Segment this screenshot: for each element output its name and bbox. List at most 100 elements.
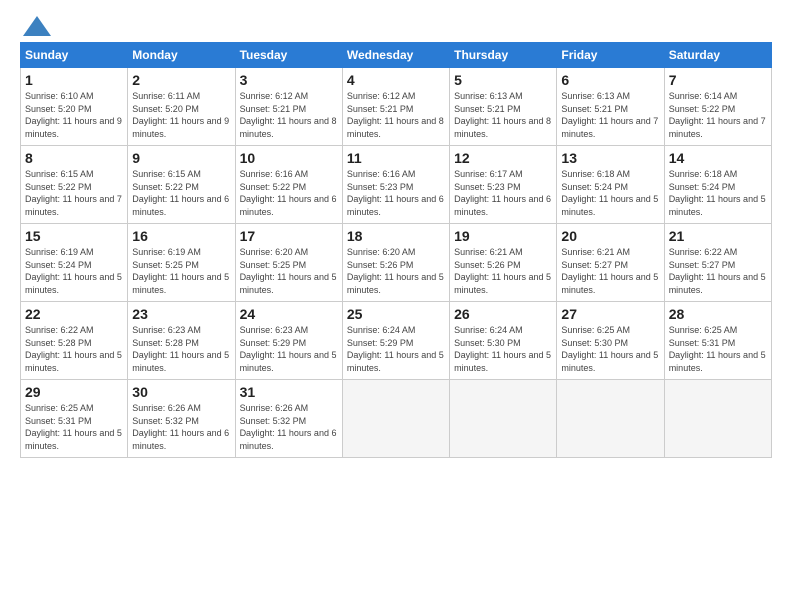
day-info: Sunrise: 6:21 AMSunset: 5:26 PMDaylight:… (454, 247, 551, 295)
table-row: 6 Sunrise: 6:13 AMSunset: 5:21 PMDaylight… (557, 68, 664, 146)
day-number: 3 (240, 72, 338, 88)
day-info: Sunrise: 6:20 AMSunset: 5:26 PMDaylight:… (347, 247, 444, 295)
day-number: 6 (561, 72, 659, 88)
table-row: 25 Sunrise: 6:24 AMSunset: 5:29 PMDayligh… (342, 302, 449, 380)
table-row: 23 Sunrise: 6:23 AMSunset: 5:28 PMDayligh… (128, 302, 235, 380)
day-info: Sunrise: 6:16 AMSunset: 5:23 PMDaylight:… (347, 169, 444, 217)
table-row: 15 Sunrise: 6:19 AMSunset: 5:24 PMDayligh… (21, 224, 128, 302)
day-info: Sunrise: 6:22 AMSunset: 5:27 PMDaylight:… (669, 247, 766, 295)
day-number: 8 (25, 150, 123, 166)
day-number: 28 (669, 306, 767, 322)
col-monday: Monday (128, 43, 235, 68)
day-info: Sunrise: 6:13 AMSunset: 5:21 PMDaylight:… (561, 91, 658, 139)
table-row: 12 Sunrise: 6:17 AMSunset: 5:23 PMDayligh… (450, 146, 557, 224)
day-number: 9 (132, 150, 230, 166)
calendar-week-row: 29 Sunrise: 6:25 AMSunset: 5:31 PMDayligh… (21, 380, 772, 458)
table-row: 10 Sunrise: 6:16 AMSunset: 5:22 PMDayligh… (235, 146, 342, 224)
day-info: Sunrise: 6:24 AMSunset: 5:30 PMDaylight:… (454, 325, 551, 373)
day-number: 23 (132, 306, 230, 322)
table-row: 21 Sunrise: 6:22 AMSunset: 5:27 PMDayligh… (664, 224, 771, 302)
table-row: 29 Sunrise: 6:25 AMSunset: 5:31 PMDayligh… (21, 380, 128, 458)
table-row: 11 Sunrise: 6:16 AMSunset: 5:23 PMDayligh… (342, 146, 449, 224)
day-info: Sunrise: 6:23 AMSunset: 5:29 PMDaylight:… (240, 325, 337, 373)
day-info: Sunrise: 6:26 AMSunset: 5:32 PMDaylight:… (132, 403, 229, 451)
col-sunday: Sunday (21, 43, 128, 68)
table-row (450, 380, 557, 458)
day-number: 11 (347, 150, 445, 166)
day-info: Sunrise: 6:13 AMSunset: 5:21 PMDaylight:… (454, 91, 551, 139)
day-info: Sunrise: 6:12 AMSunset: 5:21 PMDaylight:… (240, 91, 337, 139)
day-number: 27 (561, 306, 659, 322)
day-number: 22 (25, 306, 123, 322)
calendar-week-row: 22 Sunrise: 6:22 AMSunset: 5:28 PMDayligh… (21, 302, 772, 380)
day-number: 18 (347, 228, 445, 244)
day-info: Sunrise: 6:25 AMSunset: 5:31 PMDaylight:… (25, 403, 122, 451)
day-number: 29 (25, 384, 123, 400)
header (20, 16, 772, 32)
day-info: Sunrise: 6:19 AMSunset: 5:25 PMDaylight:… (132, 247, 229, 295)
table-row: 13 Sunrise: 6:18 AMSunset: 5:24 PMDayligh… (557, 146, 664, 224)
day-info: Sunrise: 6:26 AMSunset: 5:32 PMDaylight:… (240, 403, 337, 451)
table-row: 22 Sunrise: 6:22 AMSunset: 5:28 PMDayligh… (21, 302, 128, 380)
table-row: 26Sunrise: 6:24 AMSunset: 5:30 PMDayligh… (450, 302, 557, 380)
day-number: 21 (669, 228, 767, 244)
day-number: 13 (561, 150, 659, 166)
table-row: 9Sunrise: 6:15 AMSunset: 5:22 PMDaylight… (128, 146, 235, 224)
day-number: 24 (240, 306, 338, 322)
day-info: Sunrise: 6:25 AMSunset: 5:30 PMDaylight:… (561, 325, 658, 373)
calendar-week-row: 15 Sunrise: 6:19 AMSunset: 5:24 PMDayligh… (21, 224, 772, 302)
table-row: 28 Sunrise: 6:25 AMSunset: 5:31 PMDayligh… (664, 302, 771, 380)
day-info: Sunrise: 6:21 AMSunset: 5:27 PMDaylight:… (561, 247, 658, 295)
day-info: Sunrise: 6:19 AMSunset: 5:24 PMDaylight:… (25, 247, 122, 295)
logo-icon (23, 16, 51, 36)
day-number: 5 (454, 72, 552, 88)
day-number: 16 (132, 228, 230, 244)
day-number: 12 (454, 150, 552, 166)
table-row: 8 Sunrise: 6:15 AMSunset: 5:22 PMDaylight… (21, 146, 128, 224)
day-number: 31 (240, 384, 338, 400)
day-number: 10 (240, 150, 338, 166)
day-info: Sunrise: 6:11 AMSunset: 5:20 PMDaylight:… (132, 91, 229, 139)
day-number: 19 (454, 228, 552, 244)
col-tuesday: Tuesday (235, 43, 342, 68)
table-row: 7Sunrise: 6:14 AMSunset: 5:22 PMDaylight… (664, 68, 771, 146)
page: Sunday Monday Tuesday Wednesday Thursday… (0, 0, 792, 612)
day-info: Sunrise: 6:23 AMSunset: 5:28 PMDaylight:… (132, 325, 229, 373)
table-row: 24 Sunrise: 6:23 AMSunset: 5:29 PMDayligh… (235, 302, 342, 380)
calendar-table: Sunday Monday Tuesday Wednesday Thursday… (20, 42, 772, 458)
day-info: Sunrise: 6:10 AMSunset: 5:20 PMDaylight:… (25, 91, 122, 139)
day-info: Sunrise: 6:16 AMSunset: 5:22 PMDaylight:… (240, 169, 337, 217)
day-info: Sunrise: 6:17 AMSunset: 5:23 PMDaylight:… (454, 169, 551, 217)
table-row: 2 Sunrise: 6:11 AMSunset: 5:20 PMDaylight… (128, 68, 235, 146)
col-thursday: Thursday (450, 43, 557, 68)
table-row: 27 Sunrise: 6:25 AMSunset: 5:30 PMDayligh… (557, 302, 664, 380)
day-number: 25 (347, 306, 445, 322)
day-number: 2 (132, 72, 230, 88)
day-info: Sunrise: 6:18 AMSunset: 5:24 PMDaylight:… (561, 169, 658, 217)
table-row (557, 380, 664, 458)
table-row: 14 Sunrise: 6:18 AMSunset: 5:24 PMDayligh… (664, 146, 771, 224)
day-number: 4 (347, 72, 445, 88)
table-row: 16 Sunrise: 6:19 AMSunset: 5:25 PMDayligh… (128, 224, 235, 302)
day-number: 7 (669, 72, 767, 88)
day-number: 1 (25, 72, 123, 88)
table-row: 30 Sunrise: 6:26 AMSunset: 5:32 PMDayligh… (128, 380, 235, 458)
table-row: 19 Sunrise: 6:21 AMSunset: 5:26 PMDayligh… (450, 224, 557, 302)
table-row: 17Sunrise: 6:20 AMSunset: 5:25 PMDayligh… (235, 224, 342, 302)
table-row: 31 Sunrise: 6:26 AMSunset: 5:32 PMDayligh… (235, 380, 342, 458)
table-row: 4 Sunrise: 6:12 AMSunset: 5:21 PMDaylight… (342, 68, 449, 146)
day-info: Sunrise: 6:22 AMSunset: 5:28 PMDaylight:… (25, 325, 122, 373)
day-number: 14 (669, 150, 767, 166)
calendar-week-row: 1 Sunrise: 6:10 AMSunset: 5:20 PMDaylight… (21, 68, 772, 146)
day-info: Sunrise: 6:18 AMSunset: 5:24 PMDaylight:… (669, 169, 766, 217)
col-wednesday: Wednesday (342, 43, 449, 68)
day-info: Sunrise: 6:24 AMSunset: 5:29 PMDaylight:… (347, 325, 444, 373)
table-row (342, 380, 449, 458)
table-row: 1 Sunrise: 6:10 AMSunset: 5:20 PMDaylight… (21, 68, 128, 146)
day-number: 15 (25, 228, 123, 244)
day-info: Sunrise: 6:25 AMSunset: 5:31 PMDaylight:… (669, 325, 766, 373)
day-info: Sunrise: 6:15 AMSunset: 5:22 PMDaylight:… (25, 169, 122, 217)
day-number: 30 (132, 384, 230, 400)
calendar-week-row: 8 Sunrise: 6:15 AMSunset: 5:22 PMDaylight… (21, 146, 772, 224)
day-info: Sunrise: 6:12 AMSunset: 5:21 PMDaylight:… (347, 91, 444, 139)
